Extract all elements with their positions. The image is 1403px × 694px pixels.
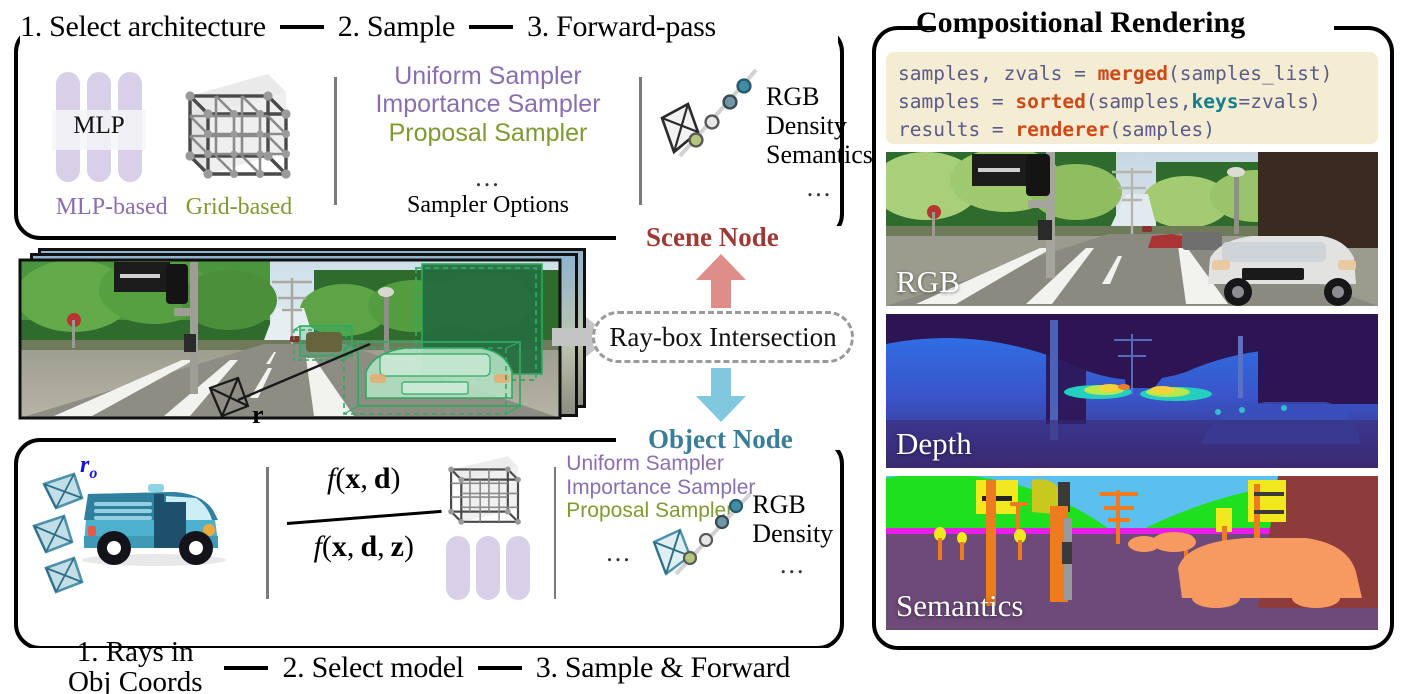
sampler-uniform[interactable]: Uniform Sampler xyxy=(566,452,844,476)
architecture-column: MLP MLP-based Grid-based xyxy=(24,60,324,221)
formula-numerator: f(x, d) xyxy=(327,462,401,495)
render-label-depth: Depth xyxy=(896,426,972,461)
object-step-2: 2. Select model xyxy=(282,651,464,684)
object-node-body: ro f(x, d) f(x, d, z) Uniform Sampler Im… xyxy=(14,450,844,610)
step-divider-dash xyxy=(279,25,324,29)
arrow-down-to-object-node-icon xyxy=(692,366,750,424)
object-step-3: 3. Sample & Forward xyxy=(535,651,791,684)
column-divider xyxy=(334,76,337,205)
object-truck-icon xyxy=(32,472,226,594)
mlp-based-caption: MLP-based xyxy=(55,194,168,220)
sampler-options-column: Uniform Sampler Importance Sampler Propo… xyxy=(347,60,629,219)
scene-image-strip: r xyxy=(14,248,594,430)
mlp-icon-small xyxy=(436,536,536,602)
model-formula: f(x, d) f(x, d, z) xyxy=(279,456,442,586)
mlp-icon-label: MLP xyxy=(73,112,125,139)
output-ellipsis: ... xyxy=(779,550,806,580)
output-density: Density xyxy=(752,519,834,549)
object-step-1a: 1. Rays in xyxy=(76,636,194,669)
output-rgb: RGB xyxy=(752,490,806,519)
ray-box-intersection-pill: Ray-box Intersection xyxy=(592,311,854,363)
object-sampler-column: Uniform Sampler Importance Sampler Propo… xyxy=(566,452,844,579)
sampler-options-caption: Sampler Options xyxy=(407,192,569,218)
formula-denominator: f(x, d, z) xyxy=(313,530,414,563)
object-architecture-icons xyxy=(436,452,543,602)
sampler-ellipsis: ... xyxy=(606,538,632,567)
scene-node-label: Scene Node xyxy=(646,222,779,252)
ray-origin-label: ro xyxy=(80,452,98,482)
title-dash-left xyxy=(900,26,936,30)
object-node-steps: 1. Rays in Obj Coords 2. Select model 3.… xyxy=(20,638,838,694)
grid-based-caption: Grid-based xyxy=(185,194,293,220)
sampler-proposal[interactable]: Proposal Sampler xyxy=(389,119,588,147)
step-divider-dash xyxy=(224,666,269,670)
scene-step-3: 3. Forward-pass xyxy=(527,10,716,43)
compositional-rendering-code: samples, zvals = merged(samples_list) sa… xyxy=(886,52,1378,144)
column-divider xyxy=(266,467,269,599)
object-step-1b: Obj Coords xyxy=(67,666,203,694)
ray-box-intersection-label: Ray-box Intersection xyxy=(609,321,837,352)
object-rays-column: ro xyxy=(28,450,256,600)
ray-label-r: r xyxy=(252,400,264,429)
render-output-semantics: Semantics xyxy=(886,476,1378,630)
render-output-rgb: RGB xyxy=(886,152,1378,306)
object-outputs: RGB Density ... xyxy=(752,490,833,580)
camera-ray-icon xyxy=(652,60,760,186)
compositional-rendering-title: Compositional Rendering xyxy=(916,6,1246,39)
output-ellipsis: ... xyxy=(806,173,833,203)
output-rgb: RGB xyxy=(766,82,820,111)
figure-root: 1. Select architecture 2. Sample 3. Forw… xyxy=(0,0,1403,694)
column-divider xyxy=(553,467,557,599)
arrow-up-to-scene-node-icon xyxy=(692,252,750,310)
output-density: Density xyxy=(766,111,847,141)
step-divider-dash xyxy=(469,25,514,29)
sampler-uniform[interactable]: Uniform Sampler xyxy=(394,62,582,90)
object-node-label: Object Node xyxy=(648,424,793,454)
render-output-depth: Depth xyxy=(886,314,1378,468)
render-label-semantics: Semantics xyxy=(896,588,1024,623)
render-panel-body: samples, zvals = merged(samples_list) sa… xyxy=(872,26,1394,650)
mlp-icon: MLP xyxy=(46,66,152,188)
grid-cube-icon xyxy=(174,62,302,188)
sampler-ellipsis: ... xyxy=(475,162,501,192)
title-dash-right xyxy=(1334,26,1370,30)
step-divider-dash xyxy=(477,666,522,670)
scene-step-2: 2. Sample xyxy=(337,10,456,43)
column-divider xyxy=(639,76,642,205)
output-semantics: Semantics xyxy=(766,140,873,170)
grid-cube-icon-small xyxy=(448,456,522,525)
formula-rule xyxy=(286,509,442,525)
forward-pass-column: RGB Density Semantics ... xyxy=(652,60,873,202)
render-label-rgb: RGB xyxy=(896,264,960,299)
sampler-importance[interactable]: Importance Sampler xyxy=(375,90,600,118)
scene-step-1: 1. Select architecture xyxy=(20,10,266,43)
scene-node-steps: 1. Select architecture 2. Sample 3. Forw… xyxy=(20,8,838,46)
scene-node-body: MLP MLP-based Grid-based Uniform Sampler… xyxy=(14,60,873,240)
camera-ray-icon-object xyxy=(652,492,752,576)
